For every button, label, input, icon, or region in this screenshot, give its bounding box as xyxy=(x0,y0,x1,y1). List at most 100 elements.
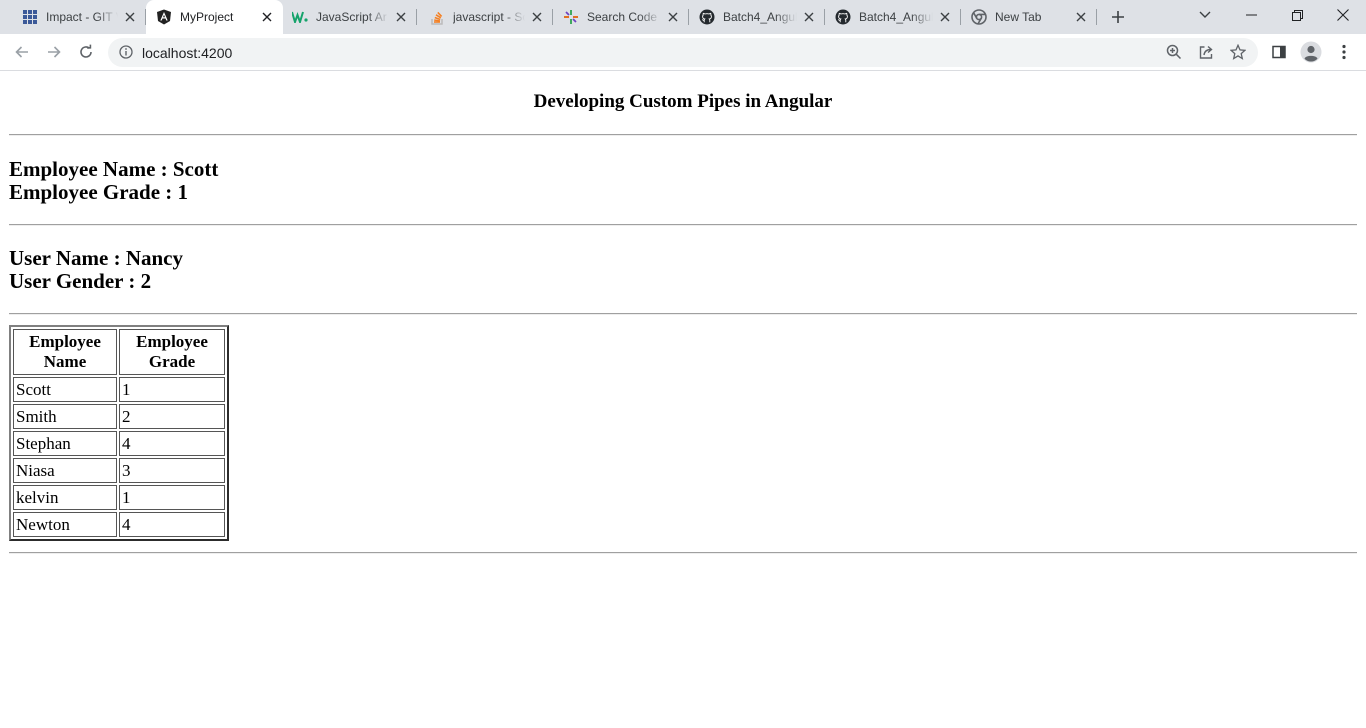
close-icon[interactable] xyxy=(259,9,275,25)
close-icon xyxy=(1337,9,1349,21)
table-row: Newton 4 xyxy=(13,512,225,537)
tab-myproject[interactable]: MyProject xyxy=(146,0,283,34)
reload-button[interactable] xyxy=(74,40,98,64)
bookmark-star-icon[interactable] xyxy=(1229,43,1247,60)
cell-employee-grade: 4 xyxy=(119,512,225,537)
tab-javascript-stackoverflow[interactable]: javascript - Sc xyxy=(417,0,553,34)
url-text[interactable]: localhost:4200 xyxy=(142,45,232,61)
restore-icon xyxy=(1291,9,1303,21)
arrow-left-icon xyxy=(15,46,28,58)
close-icon[interactable] xyxy=(1073,9,1089,25)
divider xyxy=(9,134,1357,136)
tab-search-code[interactable]: Search Code xyxy=(553,0,689,34)
share-icon[interactable] xyxy=(1198,44,1214,60)
tab-title: javascript - Sc xyxy=(453,10,525,24)
employee-grade-line: Employee Grade : 1 xyxy=(9,180,189,204)
tab-title: Batch4_Angul xyxy=(723,10,797,24)
address-bar[interactable]: localhost:4200 xyxy=(108,38,1258,67)
zoom-icon[interactable] xyxy=(1166,44,1182,60)
tab-impact-git[interactable]: Impact - GIT V xyxy=(0,0,146,34)
cell-employee-name: Stephan xyxy=(13,431,117,456)
close-icon[interactable] xyxy=(393,9,409,25)
table-row: Stephan 4 xyxy=(13,431,225,456)
github-icon xyxy=(699,9,715,25)
angular-icon xyxy=(156,9,172,25)
user-name-line: User Name : Nancy xyxy=(9,246,183,270)
arrow-right-icon xyxy=(48,46,61,58)
close-icon[interactable] xyxy=(665,9,681,25)
column-header-employee-grade: Employee Grade xyxy=(119,329,225,375)
page-content: Developing Custom Pipes in Angular Emplo… xyxy=(0,71,1366,728)
tab-separator xyxy=(1096,9,1097,25)
tab-separator xyxy=(824,9,825,25)
table-header-row: Employee Name Employee Grade xyxy=(13,329,225,375)
minimize-icon xyxy=(1245,14,1257,16)
cell-employee-name: Scott xyxy=(13,377,117,402)
forward-button[interactable] xyxy=(42,40,66,64)
tab-separator xyxy=(552,9,553,25)
w-logo-icon xyxy=(292,9,308,25)
tab-title: Search Code xyxy=(587,10,658,24)
tab-separator xyxy=(416,9,417,25)
table-row: Smith 2 xyxy=(13,404,225,429)
column-header-employee-name: Employee Name xyxy=(13,329,117,375)
table-row: Niasa 3 xyxy=(13,458,225,483)
employee-table: Employee Name Employee Grade Scott 1 Smi… xyxy=(9,325,229,541)
tab-title: MyProject xyxy=(180,10,234,24)
cell-employee-grade: 1 xyxy=(119,485,225,510)
table-row: kelvin 1 xyxy=(13,485,225,510)
side-panel-icon xyxy=(1272,45,1286,59)
cell-employee-name: Niasa xyxy=(13,458,117,483)
sparkle-icon xyxy=(563,9,579,25)
avatar-icon xyxy=(1300,41,1322,63)
employee-name-line: Employee Name : Scott xyxy=(9,157,219,181)
close-icon[interactable] xyxy=(937,9,953,25)
chrome-icon xyxy=(971,9,987,25)
profile-button[interactable] xyxy=(1299,40,1323,64)
cell-employee-grade: 3 xyxy=(119,458,225,483)
restore-button[interactable] xyxy=(1274,0,1320,30)
chevron-down-icon xyxy=(1199,11,1211,18)
tab-batch4-angular-2[interactable]: Batch4_Angul xyxy=(825,0,961,34)
close-icon[interactable] xyxy=(122,9,138,25)
tab-new-tab[interactable]: New Tab xyxy=(961,0,1097,34)
cell-employee-grade: 1 xyxy=(119,377,225,402)
user-gender-line: User Gender : 2 xyxy=(9,269,152,293)
tab-title: JavaScript Ar xyxy=(316,10,387,24)
cell-employee-name: Newton xyxy=(13,512,117,537)
tab-batch4-angular-1[interactable]: Batch4_Angul xyxy=(689,0,825,34)
plus-icon xyxy=(1112,11,1124,23)
tab-title: Batch4_Angul xyxy=(859,10,933,24)
more-vertical-icon xyxy=(1342,44,1346,60)
tab-separator xyxy=(688,9,689,25)
cell-employee-name: Smith xyxy=(13,404,117,429)
close-icon[interactable] xyxy=(529,9,545,25)
stackoverflow-icon xyxy=(429,9,445,25)
info-icon[interactable] xyxy=(118,44,134,60)
new-tab-button[interactable] xyxy=(1108,7,1128,27)
page-title: Developing Custom Pipes in Angular xyxy=(533,91,833,112)
divider xyxy=(9,313,1357,315)
tab-javascript-ar[interactable]: JavaScript Ar xyxy=(283,0,417,34)
tab-separator xyxy=(145,9,146,25)
tab-search-button[interactable] xyxy=(1182,0,1228,30)
tab-separator xyxy=(960,9,961,25)
github-icon xyxy=(835,9,851,25)
tab-title: Impact - GIT V xyxy=(46,10,118,24)
cell-employee-grade: 4 xyxy=(119,431,225,456)
divider xyxy=(9,224,1357,226)
table-row: Scott 1 xyxy=(13,377,225,402)
close-window-button[interactable] xyxy=(1320,0,1366,30)
cell-employee-name: kelvin xyxy=(13,485,117,510)
close-icon[interactable] xyxy=(801,9,817,25)
grid-icon xyxy=(22,9,38,25)
side-panel-button[interactable] xyxy=(1267,40,1291,64)
divider xyxy=(9,552,1357,554)
back-button[interactable] xyxy=(10,40,34,64)
menu-button[interactable] xyxy=(1332,40,1356,64)
cell-employee-grade: 2 xyxy=(119,404,225,429)
reload-icon xyxy=(80,44,92,58)
minimize-button[interactable] xyxy=(1228,0,1274,30)
browser-toolbar: localhost:4200 xyxy=(0,34,1366,71)
tab-strip: Impact - GIT V MyProject JavaScript Ar j… xyxy=(0,0,1366,34)
